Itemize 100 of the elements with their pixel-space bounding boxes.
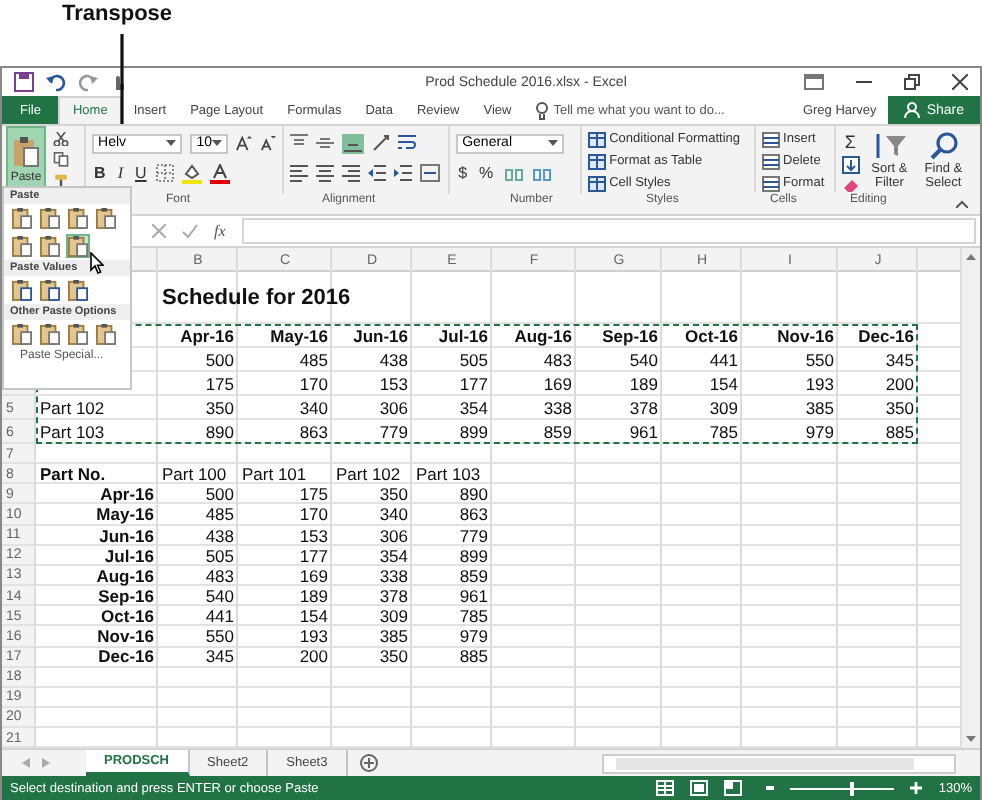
orientation-icon[interactable] xyxy=(372,134,391,152)
page-layout-icon[interactable] xyxy=(690,780,709,796)
clipboard-icon xyxy=(68,234,88,258)
middle-align-icon[interactable] xyxy=(316,134,335,152)
format-painter-icon[interactable] xyxy=(52,173,70,188)
underline-button[interactable]: U xyxy=(133,164,149,182)
font-color-icon[interactable] xyxy=(210,163,231,183)
fill-down-icon[interactable] xyxy=(841,156,860,174)
table-cell-text: Dec-16 xyxy=(856,324,916,348)
increase-indent-icon[interactable] xyxy=(394,164,413,182)
restore-icon[interactable] xyxy=(904,74,920,90)
table-cell-text: 885 xyxy=(457,646,490,668)
clipboard-icon xyxy=(40,234,60,258)
paste-option-button[interactable] xyxy=(38,278,62,302)
vertical-scrollbar[interactable] xyxy=(960,248,980,748)
paste-option-button[interactable] xyxy=(38,322,62,346)
table-cell-text: 354 xyxy=(457,396,490,420)
align-right-icon[interactable] xyxy=(342,164,361,182)
table-cell-text: 177 xyxy=(457,372,490,396)
paste-option-button[interactable] xyxy=(66,278,90,302)
table-cell-text: 306 xyxy=(377,396,410,420)
clipboard-icon xyxy=(40,278,60,302)
table-cell-text: Jul-16 xyxy=(102,545,156,566)
table-cell-text: Aug-16 xyxy=(512,324,574,348)
table-cell-text: 350 xyxy=(377,484,410,505)
eraser-icon[interactable] xyxy=(841,178,860,194)
table-cell-text: Jun-16 xyxy=(351,324,410,348)
bottom-align-icon[interactable] xyxy=(342,133,365,153)
clipboard-icon xyxy=(68,322,88,346)
table-cell-text: 438 xyxy=(203,525,236,546)
scroll-down-icon[interactable] xyxy=(966,736,976,742)
grow-font-icon[interactable] xyxy=(236,134,253,152)
table-cell-text: 169 xyxy=(297,565,330,586)
table-cell-text: 200 xyxy=(883,372,916,396)
table-cell-text: 177 xyxy=(297,545,330,566)
fill-color-icon[interactable] xyxy=(182,163,203,183)
paste-option-button[interactable] xyxy=(10,234,34,258)
collapse-ribbon-icon[interactable] xyxy=(956,200,968,208)
close-icon[interactable] xyxy=(952,74,968,90)
align-left-icon[interactable] xyxy=(290,164,309,182)
zoom-in-icon[interactable] xyxy=(910,782,923,794)
shrink-font-icon[interactable] xyxy=(260,134,277,152)
currency-button[interactable]: $ xyxy=(456,164,470,182)
save-icon[interactable] xyxy=(14,72,34,92)
sheet-title: Schedule for 2016 xyxy=(160,284,353,314)
table-cell-text: 378 xyxy=(377,585,410,607)
table-cell-text: 890 xyxy=(203,420,236,444)
decrease-decimal-icon[interactable] xyxy=(531,165,552,181)
scroll-up-icon[interactable] xyxy=(966,254,976,260)
add-sheet-icon[interactable] xyxy=(359,754,378,772)
table-cell-text: May-16 xyxy=(94,504,156,526)
table-cell-text: 485 xyxy=(297,348,330,372)
paste-option-button[interactable] xyxy=(38,206,62,230)
undo-icon[interactable] xyxy=(46,73,66,91)
rows-icon xyxy=(761,175,780,191)
table-cell-text: 550 xyxy=(203,626,236,647)
rows-icon xyxy=(761,153,780,169)
paste-option-button[interactable] xyxy=(66,234,90,258)
table-cell-text: 441 xyxy=(707,348,740,372)
italic-button[interactable]: I xyxy=(115,164,125,182)
paste-option-button[interactable] xyxy=(66,206,90,230)
scissors-icon[interactable] xyxy=(52,132,70,147)
table-cell-text: 350 xyxy=(203,396,236,420)
table-cell-text: 170 xyxy=(297,372,330,396)
borders-icon[interactable] xyxy=(156,164,175,182)
ribbon-options-icon[interactable] xyxy=(804,74,824,90)
align-center-icon[interactable] xyxy=(316,164,335,182)
paste-option-button[interactable] xyxy=(66,322,90,346)
percent-button[interactable]: % xyxy=(477,164,496,182)
paste-option-button[interactable] xyxy=(10,322,34,346)
table-cell-text: 340 xyxy=(377,504,410,526)
table-cell-text: Sep-16 xyxy=(96,586,156,607)
clipboard-icon xyxy=(68,206,88,230)
search-icon xyxy=(929,132,958,160)
bold-button[interactable]: B xyxy=(92,164,108,182)
formula-input[interactable] xyxy=(241,218,976,244)
paste-option-button[interactable] xyxy=(10,206,34,230)
paste-option-button[interactable] xyxy=(94,322,118,346)
table-cell-text: Jun-16 xyxy=(97,525,156,546)
horizontal-scrollbar[interactable] xyxy=(602,753,956,773)
wrap-text-icon[interactable] xyxy=(398,134,417,152)
copy-icon[interactable] xyxy=(52,152,70,168)
normal-view-icon[interactable] xyxy=(656,780,675,796)
rows-icon xyxy=(761,131,780,147)
merge-cells-icon[interactable] xyxy=(420,164,441,182)
redo-icon[interactable] xyxy=(78,73,98,91)
clipboard-icon xyxy=(96,322,116,346)
page-break-icon[interactable] xyxy=(724,780,743,796)
table-cell-text: 345 xyxy=(883,348,916,372)
paste-option-button[interactable] xyxy=(10,278,34,302)
table-cell-text: 306 xyxy=(377,525,410,546)
insert-function-button[interactable]: fx xyxy=(214,222,226,240)
table-cell-text: 779 xyxy=(377,420,410,444)
autosum-button[interactable]: Σ xyxy=(841,132,860,152)
pointer-icon xyxy=(90,252,104,274)
table-cell-text: 175 xyxy=(203,372,236,396)
table-cell-text: 899 xyxy=(457,545,490,566)
paste-option-button[interactable] xyxy=(38,234,62,258)
paste-option-button[interactable] xyxy=(94,206,118,230)
decrease-indent-icon[interactable] xyxy=(368,164,387,182)
